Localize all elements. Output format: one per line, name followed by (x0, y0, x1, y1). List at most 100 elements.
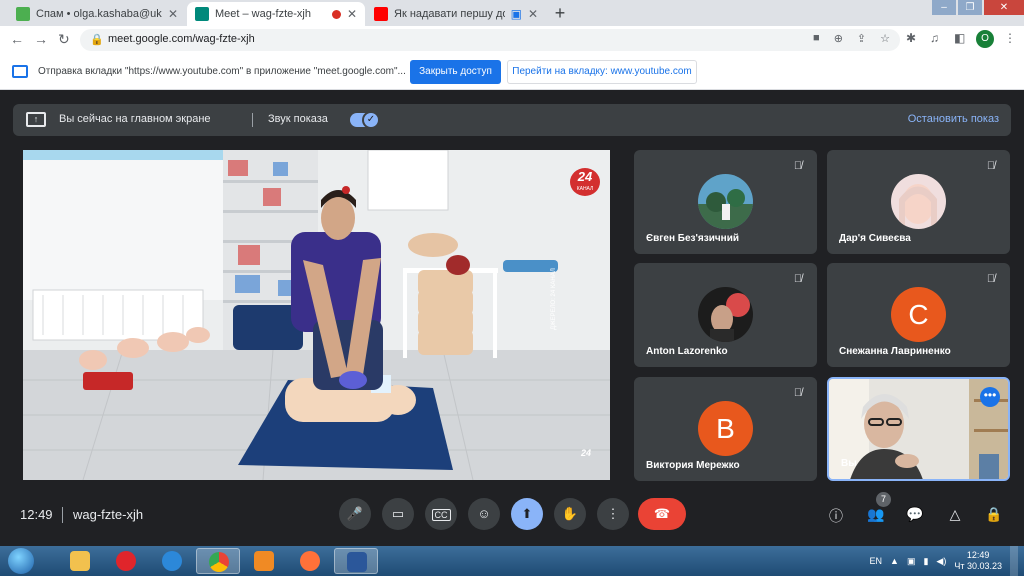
tray-arrow-icon[interactable]: ▲ (890, 556, 899, 566)
meeting-code: wag-fzte-xjh (73, 507, 144, 522)
tab-mail[interactable]: Спам • olga.kashaba@ukr.net ✕ (8, 2, 186, 26)
reactions-button[interactable]: ☺ (468, 498, 500, 530)
participant-name: Снежанна Лавриненко (839, 346, 951, 357)
close-tab-icon[interactable]: ✕ (528, 7, 538, 21)
more-options-button[interactable]: ⋮ (597, 498, 629, 530)
switch-to-tab-button[interactable]: Перейти на вкладку: www.youtube.com (507, 60, 697, 84)
mic-off-icon: 🎙̸ (793, 273, 803, 285)
leave-call-button[interactable]: ☎ (638, 498, 686, 530)
chrome-icon (209, 552, 229, 572)
address-bar: ← → ↻ 🔒 meet.google.com/wag-fzte-xjh ■ ⊕… (0, 26, 1024, 54)
taskbar-opera[interactable] (104, 548, 148, 574)
taskbar-word[interactable] (334, 548, 378, 574)
back-icon[interactable]: ← (10, 31, 24, 47)
menu-icon[interactable]: ⋮ (1004, 31, 1016, 45)
participant-name: Виктория Мережко (646, 460, 740, 471)
check-icon: ✓ (362, 111, 380, 129)
start-button[interactable] (2, 546, 38, 576)
participant-name: Anton Lazorenko (646, 346, 728, 357)
channel-logo: 24 КАНАЛ (570, 168, 600, 196)
camera-icon[interactable]: ■ (813, 32, 820, 45)
forward-icon[interactable]: → (34, 31, 48, 47)
close-window-button[interactable]: ✕ (984, 0, 1024, 15)
close-tab-icon[interactable]: ✕ (347, 7, 357, 21)
tab-youtube[interactable]: Як надавати першу домед ▣ ✕ (366, 2, 546, 26)
emoji-icon: ☺ (477, 506, 491, 521)
present-screen-icon: ⬆ (521, 506, 533, 521)
presenting-bar: ↑ Вы сейчас на главном экране Звук показ… (13, 104, 1011, 136)
captions-button[interactable]: CC (425, 498, 457, 530)
channel-watermark: 24 (581, 448, 592, 458)
participant-initial-avatar: B (698, 401, 753, 456)
stop-presenting-button[interactable]: Остановить показ (908, 113, 999, 125)
bookmark-star-icon[interactable]: ☆ (880, 32, 890, 45)
mic-off-icon: 🎙̸ (986, 273, 996, 285)
sidepanel-icon[interactable]: ◧ (954, 31, 965, 45)
zoom-icon[interactable]: ⊕ (834, 32, 843, 45)
window-controls: – ❐ ✕ (932, 0, 1024, 16)
camera-button[interactable]: ▭ (382, 498, 414, 530)
participant-tile[interactable]: 🎙̸ B Виктория Мережко (634, 377, 817, 481)
language-indicator[interactable]: EN (870, 556, 883, 566)
people-icon[interactable]: 👥 (866, 506, 886, 523)
opera-icon (116, 551, 136, 571)
windows-logo-icon (8, 548, 34, 574)
taskbar-clock[interactable]: 12:49 Чт 30.03.23 (954, 550, 1002, 572)
taskbar-chrome[interactable] (196, 548, 240, 574)
more-options-icon[interactable]: ••• (980, 387, 1000, 407)
network-icon[interactable]: ▮ (923, 556, 928, 567)
lock-icon: 🔒 (90, 34, 104, 46)
recording-indicator-icon (331, 9, 341, 19)
participant-avatar (891, 174, 946, 229)
maximize-button[interactable]: ❐ (958, 0, 982, 15)
meeting-control-bar: 12:49 wag-fzte-xjh 🎤 ▭ CC ☺ ⬆ ✋ ⋮ ☎ ⓘ 👥 … (0, 492, 1024, 546)
firefox-icon (300, 551, 320, 571)
divider (252, 113, 253, 127)
meeting-time: 12:49 (20, 507, 53, 522)
channel-number: 24 (577, 169, 593, 184)
stop-sharing-button[interactable]: Закрыть доступ (410, 60, 501, 84)
raise-hand-button[interactable]: ✋ (554, 498, 586, 530)
microphone-button[interactable]: 🎤 (339, 498, 371, 530)
taskbar-firefox[interactable] (288, 548, 332, 574)
participant-tile[interactable]: 🎙̸ Євген Без'язичний (634, 150, 817, 254)
meeting-details-icon[interactable]: ⓘ (826, 506, 846, 526)
tab-title: Як надавати першу домед (394, 8, 505, 20)
volume-icon[interactable]: ◀) (936, 556, 946, 567)
show-desktop-button[interactable] (1010, 546, 1018, 576)
chat-icon[interactable]: 💬 (905, 506, 925, 523)
share-icon[interactable]: ⇪ (857, 32, 866, 45)
system-tray: EN ▲ ▣ ▮ ◀) 12:49 Чт 30.03.23 (870, 546, 1018, 576)
media-icon[interactable]: ♫ (930, 31, 939, 45)
taskbar-ie[interactable] (150, 548, 194, 574)
close-tab-icon[interactable]: ✕ (168, 7, 178, 21)
more-vert-icon: ⋮ (606, 506, 620, 521)
participant-avatar (698, 174, 753, 229)
profile-avatar[interactable]: O (976, 30, 994, 48)
participant-tile[interactable]: 🎙̸ С Снежанна Лавриненко (827, 263, 1010, 367)
taskbar-media[interactable] (242, 548, 286, 574)
video-frame-image (23, 150, 610, 480)
reload-icon[interactable]: ↻ (58, 31, 70, 48)
participant-name: Вы (841, 458, 857, 469)
taskbar-explorer[interactable] (58, 548, 102, 574)
hang-up-icon: ☎ (653, 506, 671, 521)
participant-tile[interactable]: 🎙̸ Дар'я Сивеєва (827, 150, 1010, 254)
folder-icon (70, 551, 90, 571)
extensions-icon[interactable]: ✱ (906, 31, 916, 45)
participant-tile[interactable]: 🎙̸ Anton Lazorenko (634, 263, 817, 367)
self-view-tile[interactable]: ••• Вы (827, 377, 1010, 481)
people-count-badge: 7 (876, 492, 891, 507)
presenting-text: Вы сейчас на главном экране (59, 113, 211, 125)
sound-toggle[interactable]: ✓ (350, 111, 380, 129)
activities-icon[interactable]: △ (945, 506, 965, 523)
new-tab-button[interactable]: + (549, 3, 571, 23)
meet-window: ↑ Вы сейчас на главном экране Звук показ… (0, 90, 1024, 546)
tray-app-icon[interactable]: ▣ (907, 556, 916, 567)
minimize-button[interactable]: – (932, 0, 956, 15)
url-field[interactable]: 🔒 meet.google.com/wag-fzte-xjh ■ ⊕ ⇪ ☆ (80, 29, 900, 51)
host-controls-icon[interactable]: 🔒 (984, 506, 1004, 523)
tab-sharing-infobar: Отправка вкладки "https://www.youtube.co… (0, 54, 1024, 90)
tab-meet[interactable]: Meet – wag-fzte-xjh ✕ (187, 2, 365, 26)
present-button[interactable]: ⬆ (511, 498, 543, 530)
